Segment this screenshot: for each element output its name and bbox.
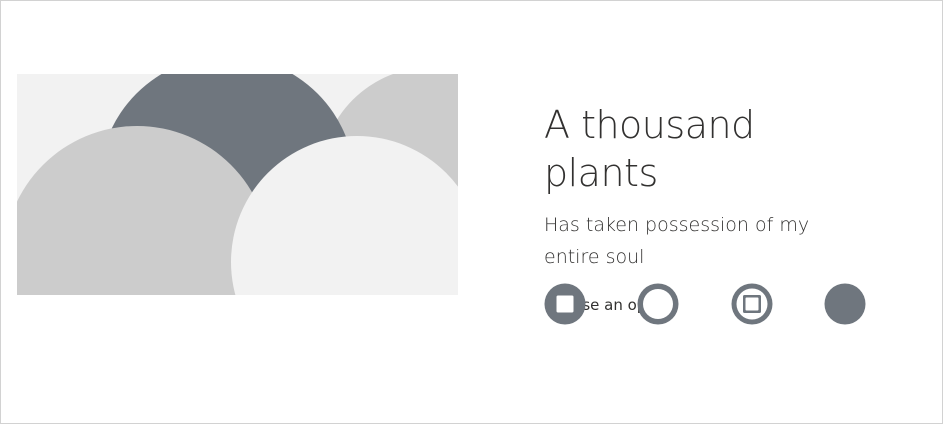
- option-button-4[interactable]: [824, 283, 866, 325]
- ring-option-icon: [637, 283, 679, 325]
- stop-in-ring-option-icon: [731, 283, 773, 325]
- filled-circle-option-icon: [824, 283, 866, 325]
- card-subtitle: Has taken possession of my entire soul: [544, 214, 810, 268]
- option-button-3[interactable]: [731, 283, 773, 325]
- hero-image: [17, 74, 458, 295]
- stop-square-option-icon: [544, 283, 586, 325]
- option-button-1[interactable]: [544, 283, 586, 325]
- option-group: [544, 283, 874, 327]
- decorative-circles-image: [17, 74, 458, 295]
- card: A thousand plants Has taken possession o…: [0, 0, 943, 424]
- card-content: A thousand plants Has taken possession o…: [544, 101, 874, 325]
- option-button-2[interactable]: [637, 283, 679, 325]
- card-title: A thousand plants: [544, 103, 755, 195]
